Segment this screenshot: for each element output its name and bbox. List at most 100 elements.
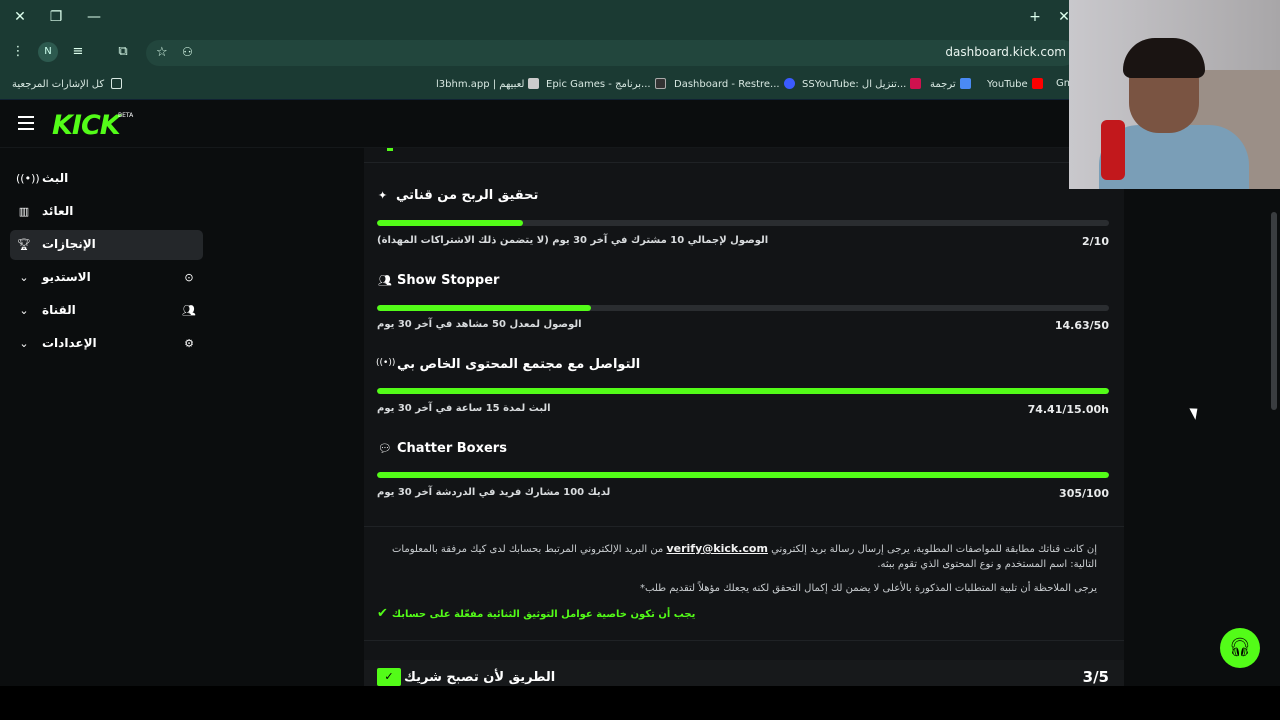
achievement-value: 14.63/50 xyxy=(1054,319,1109,332)
progress-fill xyxy=(377,220,524,226)
bookmark-epic-games[interactable]: Epic Games - برنامج... xyxy=(546,78,666,90)
new-tab-icon[interactable]: + xyxy=(1023,6,1047,28)
bookmark-label: SSYouTube: تنزيل ال... xyxy=(802,79,907,90)
chevron-down-icon: ⌄ xyxy=(19,271,29,284)
sidebar-item-stream[interactable]: ((•)) البث xyxy=(10,164,203,194)
profile-avatar[interactable]: N xyxy=(38,42,58,62)
webcam-microphone xyxy=(1101,120,1125,180)
extensions-icon[interactable]: ⧉ xyxy=(113,42,133,62)
page-scrollbar[interactable] xyxy=(1271,212,1277,410)
ssyoutube-icon xyxy=(910,78,922,89)
achievement-requirement: البث لمدة 15 ساعة في آخر 30 يوم xyxy=(377,403,551,414)
two-factor-requirement: ✔ يجب أن تكون خاصية عوامل التوثيق الثنائي… xyxy=(377,606,695,621)
partner-section-title: الطريق لأن تصبح شريك xyxy=(404,670,556,685)
tab-list-icon[interactable]: ≡ xyxy=(68,42,88,62)
divider xyxy=(364,162,1124,163)
folder-icon xyxy=(111,78,123,89)
gear-icon: ⚙ xyxy=(184,337,194,350)
bookmark-label: YouTube xyxy=(987,79,1028,90)
star-icon[interactable]: ☆ xyxy=(156,45,168,60)
instructions-prefix: إن كانت قناتك مطابقة للمواصفات المطلوبة،… xyxy=(771,544,1097,555)
bookmark-label: Epic Games - برنامج... xyxy=(546,79,651,90)
trophy-icon: 🏆︎ xyxy=(17,238,31,251)
sidebar-item-studio[interactable]: ⌄ الاستديو ⊙ xyxy=(10,263,203,293)
progress-bar xyxy=(377,472,1109,478)
sidebar-item-label: البث xyxy=(42,171,69,185)
bookmark-translate[interactable]: ترجمة xyxy=(930,78,971,90)
chevron-down-icon: ⌄ xyxy=(19,337,29,350)
two-factor-text: يجب أن تكون خاصية عوامل التوثيق الثنائية… xyxy=(391,609,696,620)
users-icon: 👥︎ xyxy=(182,304,196,317)
progress-bar xyxy=(377,220,1109,226)
progress-marker xyxy=(387,148,393,151)
sidebar-item-channel[interactable]: ⌄ القناة 👥︎ xyxy=(10,296,203,326)
achievement-requirement: الوصول لإجمالي 10 مشترك في آخر 30 يوم (ل… xyxy=(377,235,769,246)
achievement-value: 305/100 xyxy=(1059,487,1109,500)
chevron-down-icon: ⌄ xyxy=(19,304,29,317)
verification-note: يرجى الملاحظة أن تلبية المتطلبات المذكور… xyxy=(640,583,1097,594)
achievements-panel: ✦ تحقيق الربح من قناتي الوصول لإجمالي 10… xyxy=(364,148,1124,686)
partner-section-count: 3/5 xyxy=(1082,668,1109,686)
bookmark-label: ترجمة xyxy=(930,79,956,90)
incognito-icon[interactable]: ⚇ xyxy=(182,45,193,59)
progress-fill xyxy=(377,388,1109,394)
minimize-window-icon[interactable]: — xyxy=(82,6,106,28)
url-text[interactable]: dashboard.kick.com xyxy=(945,45,1066,59)
achievement-value: 74.41/15.00h xyxy=(1027,403,1109,416)
sidebar-item-label: الإنجازات xyxy=(42,237,96,251)
camera-icon: ⊙ xyxy=(184,271,194,284)
bookmark-restream[interactable]: Dashboard - Restre... xyxy=(674,78,795,90)
beta-badge: BETA xyxy=(118,112,134,119)
achievement-title: تحقيق الربح من قناتي xyxy=(396,188,539,203)
checkmark-icon: ✔ xyxy=(377,606,388,621)
divider xyxy=(364,640,1124,641)
sidebar-item-settings[interactable]: ⌄ الإعدادات ⚙ xyxy=(10,329,203,359)
sidebar-item-label: الاستديو xyxy=(42,270,91,284)
bottom-letterbox xyxy=(0,686,1280,720)
sidebar-item-label: القناة xyxy=(42,303,76,317)
menu-dots-icon[interactable]: ⋮ xyxy=(8,42,28,62)
achievement-title: Chatter Boxers xyxy=(397,441,507,456)
sidebar-item-label: العائد xyxy=(42,204,74,218)
broadcast-icon: ((•)) xyxy=(376,358,396,368)
maximize-window-icon[interactable]: ❐ xyxy=(44,6,68,28)
bookmark-label: l3bhm.app | لعبيهم xyxy=(436,79,525,90)
webcam-person-hair xyxy=(1123,38,1205,78)
hamburger-menu-icon[interactable] xyxy=(18,116,34,130)
support-chat-button[interactable]: 🎧︎ xyxy=(1220,628,1260,668)
verification-instructions: إن كانت قناتك مطابقة للمواصفات المطلوبة،… xyxy=(377,541,1097,572)
divider xyxy=(364,526,1124,527)
achievement-title: التواصل مع مجتمع المحتوى الخاص بي xyxy=(397,357,641,372)
all-bookmarks[interactable]: كل الإشارات المرجعية xyxy=(12,78,123,90)
sidebar-item-achievements[interactable]: 🏆︎ الإنجازات xyxy=(10,230,203,260)
l3bhm-icon xyxy=(528,78,540,89)
restream-icon xyxy=(783,78,795,89)
progress-bar xyxy=(377,305,1109,311)
youtube-icon xyxy=(1031,78,1043,89)
chart-icon: ▥ xyxy=(18,205,30,218)
bookmark-label: Dashboard - Restre... xyxy=(674,79,780,90)
verify-email-link[interactable]: verify@kick.com xyxy=(666,542,767,555)
sidebar-item-label: الإعدادات xyxy=(42,336,97,350)
progress-bar xyxy=(377,388,1109,394)
bookmark-l3bhm[interactable]: l3bhm.app | لعبيهم xyxy=(436,78,540,90)
progress-fill xyxy=(377,305,592,311)
bookmark-ssyoutube[interactable]: SSYouTube: تنزيل ال... xyxy=(802,78,922,90)
broadcast-icon: ((•)) xyxy=(16,172,40,185)
achievement-requirement: الوصول لمعدل 50 مشاهد في آخر 30 يوم xyxy=(377,319,582,330)
achievement-title: Show Stopper xyxy=(397,273,500,288)
epic-games-icon xyxy=(654,78,666,89)
webcam-overlay xyxy=(1069,0,1280,189)
all-bookmarks-label: كل الإشارات المرجعية xyxy=(12,79,105,90)
achievement-value: 2/10 xyxy=(1082,235,1109,248)
close-window-icon[interactable]: ✕ xyxy=(8,6,32,28)
achievement-requirement: لديك 100 مشارك فريد في الدردشة آخر 30 يو… xyxy=(377,487,611,498)
bookmark-youtube[interactable]: YouTube xyxy=(987,78,1043,90)
sidebar-item-revenue[interactable]: ▥ العائد xyxy=(10,197,203,227)
address-bar[interactable]: ☆ ⚇ dashboard.kick.com xyxy=(146,40,1076,66)
translate-icon xyxy=(959,78,971,89)
sparkle-icon: ✦ xyxy=(378,189,388,202)
users-icon: 👥︎ xyxy=(378,274,392,287)
progress-fill xyxy=(377,472,1109,478)
kick-logo[interactable]: KICK xyxy=(52,110,121,141)
